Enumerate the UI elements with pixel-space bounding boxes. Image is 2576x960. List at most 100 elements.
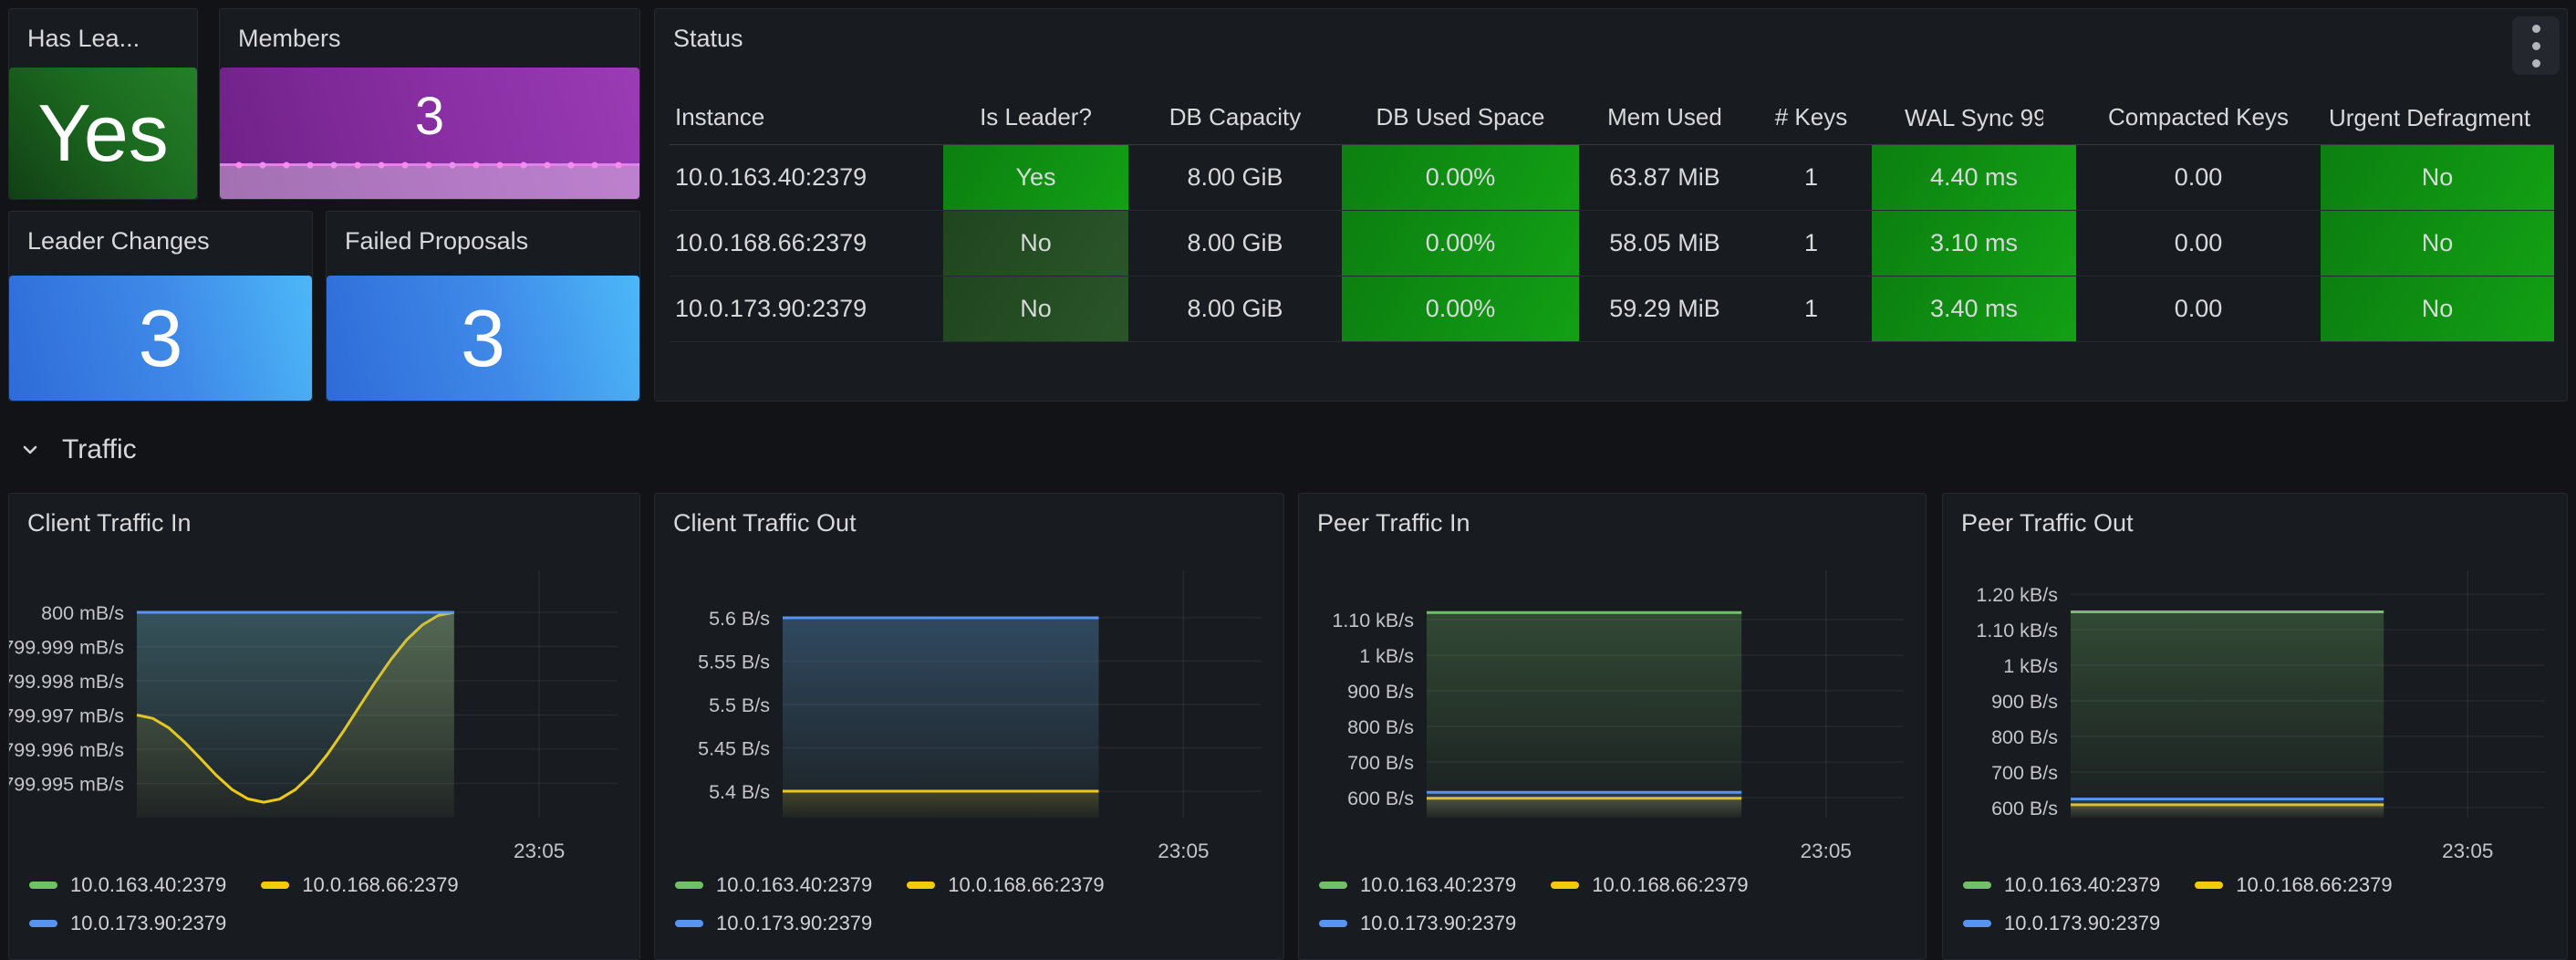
panel-title[interactable]: Leader Changes bbox=[9, 212, 312, 256]
legend-item[interactable]: 10.0.168.66:2379 bbox=[2195, 873, 2392, 897]
chart-plot[interactable]: 800 mB/s799.999 mB/s799.998 mB/s799.997 … bbox=[9, 567, 639, 868]
legend-series-color bbox=[1551, 882, 1579, 889]
table-cell: 0.00 bbox=[2076, 211, 2321, 277]
chart-plot[interactable]: 1.20 kB/s1.10 kB/s1 kB/s900 B/s800 B/s70… bbox=[1943, 567, 2567, 868]
table-cell: 0.00% bbox=[1342, 145, 1579, 211]
y-axis-tick-label: 799.997 mB/s bbox=[9, 704, 124, 726]
chart-plot[interactable]: 5.6 B/s5.55 B/s5.5 B/s5.45 B/s5.4 B/s23:… bbox=[655, 567, 1283, 868]
table-body: 10.0.163.40:2379Yes8.00 GiB0.00%63.87 Mi… bbox=[670, 145, 2554, 342]
failed-proposals-value-area: 3 bbox=[327, 276, 639, 401]
y-axis-tick-label: 700 B/s bbox=[1347, 752, 1414, 774]
legend-series-color bbox=[29, 882, 57, 889]
table-cell: 8.00 GiB bbox=[1128, 211, 1342, 277]
chart-legend: 10.0.163.40:2379 10.0.168.66:2379 10.0.173… bbox=[1963, 873, 2552, 935]
legend-item[interactable]: 10.0.168.66:2379 bbox=[907, 873, 1104, 897]
table-cell: 58.05 MiB bbox=[1579, 211, 1750, 277]
has-leader-value: Yes bbox=[37, 93, 169, 173]
legend-item[interactable]: 10.0.168.66:2379 bbox=[1551, 873, 1748, 897]
legend-item[interactable]: 10.0.163.40:2379 bbox=[1963, 873, 2160, 897]
series-area-green bbox=[1427, 612, 1741, 818]
series-area-blue bbox=[2071, 799, 2384, 818]
table-cell: 1 bbox=[1750, 211, 1872, 277]
column-header[interactable]: Urgent Defragment bbox=[2321, 90, 2554, 145]
table-cell: 10.0.173.90:2379 bbox=[670, 277, 943, 342]
column-header[interactable]: DB Capacity bbox=[1128, 90, 1342, 145]
table-row: 10.0.173.90:2379No8.00 GiB0.00%59.29 MiB… bbox=[670, 277, 2554, 342]
column-header[interactable]: WAL Sync 99th bbox=[1872, 90, 2076, 145]
table-cell: 10.0.163.40:2379 bbox=[670, 145, 943, 211]
kebab-dot bbox=[2532, 42, 2540, 50]
table-cell: 0.00 bbox=[2076, 277, 2321, 342]
kebab-vertical-icon[interactable] bbox=[2512, 16, 2560, 75]
stat-panel-has-leader: Has Lea... Yes bbox=[8, 8, 198, 200]
panel-title[interactable]: Has Lea... bbox=[9, 9, 197, 53]
legend-series-color bbox=[675, 882, 703, 889]
legend-item[interactable]: 10.0.163.40:2379 bbox=[1319, 873, 1516, 897]
column-header[interactable]: Is Leader? bbox=[943, 90, 1128, 145]
column-header[interactable]: Mem Used bbox=[1579, 90, 1750, 145]
status-panel: Status InstanceIs Leader?DB CapacityDB U… bbox=[654, 8, 2568, 402]
y-axis-tick-label: 900 B/s bbox=[1347, 681, 1414, 703]
panel-title[interactable]: Peer Traffic Out bbox=[1943, 494, 2567, 537]
chart-legend: 10.0.163.40:2379 10.0.168.66:2379 10.0.173… bbox=[675, 873, 1269, 935]
y-axis-tick-label: 5.5 B/s bbox=[709, 694, 770, 716]
panel-title[interactable]: Client Traffic In bbox=[9, 494, 639, 537]
chart-panel-peer-traffic-out: Peer Traffic Out 1.20 kB/s1.10 kB/s1 kB/… bbox=[1942, 493, 2568, 960]
column-header[interactable]: Compacted Keys bbox=[2076, 90, 2321, 145]
column-header[interactable]: # Keys bbox=[1750, 90, 1872, 145]
y-axis-tick-label: 799.996 mB/s bbox=[9, 739, 124, 761]
column-header[interactable]: Instance bbox=[670, 90, 943, 145]
legend-item[interactable]: 10.0.173.90:2379 bbox=[29, 912, 226, 935]
table-cell: 4.40 ms bbox=[1872, 145, 2076, 211]
y-axis-tick-label: 900 B/s bbox=[1991, 691, 2058, 713]
legend-item[interactable]: 10.0.168.66:2379 bbox=[261, 873, 458, 897]
x-axis-tick-label: 23:05 bbox=[1158, 840, 1209, 862]
panel-title[interactable]: Members bbox=[220, 9, 639, 53]
legend-series-color bbox=[29, 920, 57, 927]
y-axis-tick-label: 5.45 B/s bbox=[698, 738, 770, 760]
legend-series-label: 10.0.168.66:2379 bbox=[1592, 873, 1748, 897]
legend-series-color bbox=[1319, 920, 1347, 927]
table-cell: 3.40 ms bbox=[1872, 277, 2076, 342]
chart-panel-client-traffic-out: Client Traffic Out 5.6 B/s5.55 B/s5.5 B/… bbox=[654, 493, 1284, 960]
legend-item[interactable]: 10.0.173.90:2379 bbox=[675, 912, 872, 935]
legend-series-label: 10.0.168.66:2379 bbox=[2236, 873, 2392, 897]
panel-title[interactable]: Peer Traffic In bbox=[1299, 494, 1926, 537]
leader-changes-value-area: 3 bbox=[9, 276, 312, 401]
failed-proposals-value: 3 bbox=[461, 298, 505, 379]
column-header[interactable]: DB Used Space bbox=[1342, 90, 1579, 145]
table-cell: 10.0.168.66:2379 bbox=[670, 211, 943, 277]
y-axis-tick-label: 700 B/s bbox=[1991, 762, 2058, 784]
table-row: 10.0.168.66:2379No8.00 GiB0.00%58.05 MiB… bbox=[670, 211, 2554, 277]
y-axis-tick-label: 1 kB/s bbox=[1359, 645, 1414, 667]
legend-item[interactable]: 10.0.163.40:2379 bbox=[675, 873, 872, 897]
panel-title[interactable]: Status bbox=[655, 9, 2567, 53]
section-toggle-traffic[interactable]: Traffic bbox=[18, 427, 137, 473]
x-axis-tick-label: 23:05 bbox=[2442, 840, 2493, 862]
legend-item[interactable]: 10.0.173.90:2379 bbox=[1319, 912, 1516, 935]
table-cell: No bbox=[2321, 211, 2554, 277]
time-series-canvas: 800 mB/s799.999 mB/s799.998 mB/s799.997 … bbox=[9, 567, 639, 868]
table-cell: 3.10 ms bbox=[1872, 211, 2076, 277]
legend-series-label: 10.0.163.40:2379 bbox=[716, 873, 872, 897]
legend-series-color bbox=[2195, 882, 2223, 889]
members-value-wrap: 3 bbox=[220, 68, 639, 165]
table-cell: 1 bbox=[1750, 145, 1872, 211]
section-title: Traffic bbox=[62, 434, 137, 465]
table-cell: 63.87 MiB bbox=[1579, 145, 1750, 211]
y-axis-tick-label: 600 B/s bbox=[1991, 798, 2058, 819]
kebab-dot bbox=[2532, 25, 2540, 33]
members-value: 3 bbox=[415, 90, 444, 143]
table-cell: No bbox=[2321, 145, 2554, 211]
legend-item[interactable]: 10.0.163.40:2379 bbox=[29, 873, 226, 897]
chart-panel-peer-traffic-in: Peer Traffic In 1.10 kB/s1 kB/s900 B/s80… bbox=[1298, 493, 1927, 960]
y-axis-tick-label: 800 mB/s bbox=[41, 602, 124, 624]
chart-plot[interactable]: 1.10 kB/s1 kB/s900 B/s800 B/s700 B/s600 … bbox=[1299, 567, 1926, 868]
panel-title[interactable]: Client Traffic Out bbox=[655, 494, 1283, 537]
panel-title[interactable]: Failed Proposals bbox=[327, 212, 639, 256]
kebab-dot bbox=[2532, 59, 2540, 68]
legend-item[interactable]: 10.0.173.90:2379 bbox=[1963, 912, 2160, 935]
table-cell: 8.00 GiB bbox=[1128, 277, 1342, 342]
table-cell: Yes bbox=[943, 145, 1128, 211]
table-cell: 59.29 MiB bbox=[1579, 277, 1750, 342]
